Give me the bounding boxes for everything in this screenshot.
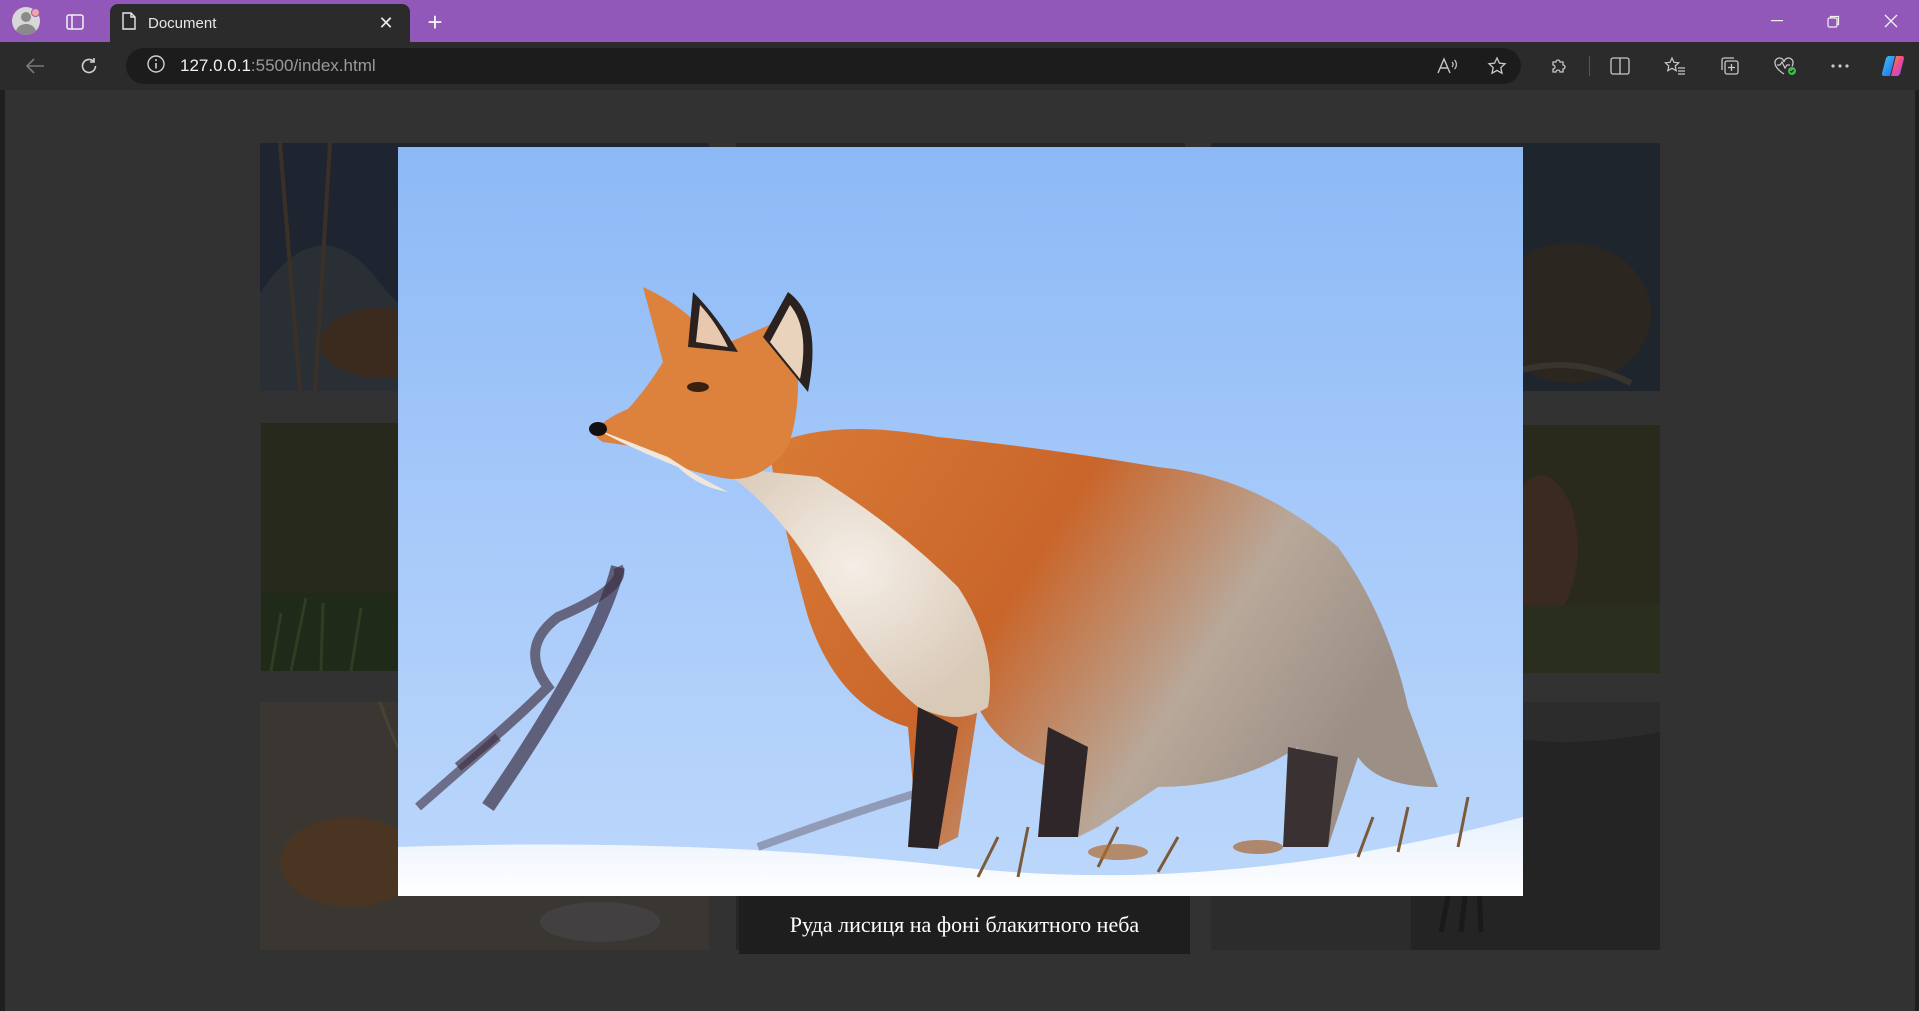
- toolbar-separator: [1589, 56, 1590, 76]
- favorites-icon[interactable]: [1658, 50, 1692, 82]
- address-bar[interactable]: 127.0.0.1:5500/index.html: [126, 48, 1521, 84]
- image-caption: Руда лисиця на фоні блакитного неба: [739, 896, 1190, 954]
- browser-toolbar: 127.0.0.1:5500/index.html: [0, 42, 1919, 90]
- tab-document[interactable]: Document ✕: [110, 4, 410, 42]
- browser-essentials-icon[interactable]: [1768, 50, 1802, 82]
- fox-photo: [398, 147, 1523, 896]
- window-close-icon[interactable]: [1863, 0, 1919, 42]
- vertical-tabs-icon[interactable]: [60, 9, 90, 35]
- restore-icon[interactable]: [1805, 0, 1861, 42]
- info-icon[interactable]: [146, 54, 166, 79]
- tab-title: Document: [148, 14, 217, 32]
- lightbox-modal[interactable]: Руда лисиця на фоні блакитного неба: [5, 90, 1915, 1011]
- star-icon[interactable]: [1481, 54, 1513, 78]
- title-bar: Document ✕ +: [0, 0, 1919, 42]
- split-screen-icon[interactable]: [1603, 50, 1637, 82]
- minimize-icon[interactable]: [1749, 0, 1805, 42]
- url-text[interactable]: 127.0.0.1:5500/index.html: [180, 56, 376, 76]
- puzzle-icon[interactable]: [1542, 50, 1576, 82]
- close-icon[interactable]: ✕: [374, 11, 398, 35]
- back-arrow-icon[interactable]: [18, 50, 52, 82]
- copilot-icon[interactable]: [1876, 50, 1910, 82]
- plus-icon[interactable]: +: [420, 7, 450, 37]
- more-icon[interactable]: [1823, 50, 1857, 82]
- read-aloud-icon[interactable]: [1431, 54, 1463, 78]
- collections-icon[interactable]: [1713, 50, 1747, 82]
- profile-avatar-icon[interactable]: [10, 5, 42, 37]
- page-viewport: Руда лисиця на фоні блакитного неба: [5, 90, 1915, 1011]
- document-icon: [122, 11, 136, 35]
- refresh-icon[interactable]: [72, 50, 106, 82]
